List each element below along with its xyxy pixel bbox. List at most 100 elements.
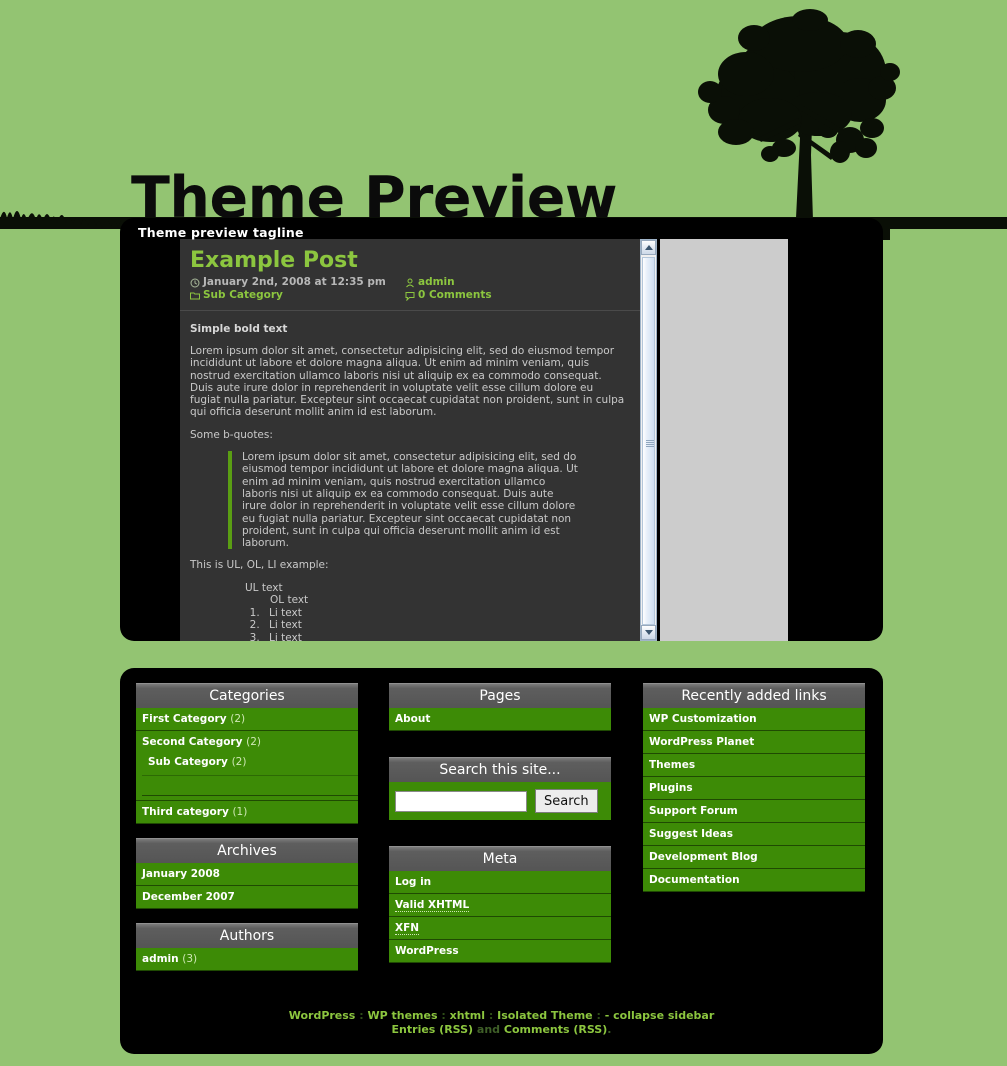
footer-separator: :	[596, 1009, 601, 1022]
user-icon	[405, 278, 415, 288]
category-label[interactable]: Sub Category	[148, 756, 228, 768]
widget-title-meta: Meta	[389, 846, 611, 871]
scroll-down-button[interactable]	[641, 625, 656, 640]
category-count: (2)	[230, 713, 246, 725]
links-list: WP Customization WordPress Planet Themes…	[643, 708, 865, 892]
category-label[interactable]: Second Category	[142, 736, 242, 748]
widget-meta: Meta Log in Valid XHTML XFN WordPress	[389, 846, 611, 963]
search-button[interactable]: Search	[535, 789, 598, 813]
search-input[interactable]	[395, 790, 527, 812]
footer-link-wordpress[interactable]: WordPress	[289, 1009, 356, 1022]
widget-column-left: Categories First Category (2) Second Cat…	[136, 683, 358, 985]
post-title[interactable]: Example Post	[190, 249, 630, 273]
list-item[interactable]: January 2008	[136, 863, 358, 886]
list-item-third-category[interactable]: Third category (1)	[136, 801, 358, 824]
post-date-line: January 2nd, 2008 at 12:35 pm	[190, 276, 405, 289]
widget-title-search: Search this site...	[389, 757, 611, 782]
list-item[interactable]: Themes	[643, 754, 865, 777]
sidebar-panel: Categories First Category (2) Second Cat…	[120, 668, 883, 1054]
list-item-sub-category[interactable]: Sub Category (2)	[142, 753, 358, 776]
post-author-line: admin	[405, 276, 620, 289]
category-label[interactable]: Third category	[142, 806, 229, 818]
list-item-valid-xhtml[interactable]: Valid XHTML	[389, 894, 611, 917]
list-item: UL text	[245, 581, 283, 594]
main-content-panel: Example Post January 2nd, 2008 at 12:35 …	[120, 218, 883, 641]
list-item[interactable]: Development Blog	[643, 846, 865, 869]
footer-link-collapse-sidebar[interactable]: - collapse sidebar	[605, 1009, 715, 1022]
categories-list: First Category (2) Second Category (2) S…	[136, 708, 358, 824]
footer-separator: :	[488, 1009, 494, 1022]
subcategory-list: Sub Category (2)	[142, 753, 358, 776]
list-item-second-category[interactable]: Second Category (2) Sub Category (2)	[136, 731, 358, 801]
category-label[interactable]: First Category	[142, 713, 227, 725]
scrollbar-thumb[interactable]	[642, 257, 655, 625]
footer-link-entries-rss[interactable]: Entries (RSS)	[392, 1023, 474, 1036]
post-header: Example Post January 2nd, 2008 at 12:35 …	[180, 239, 640, 311]
list-item-admin[interactable]: admin (3)	[136, 948, 358, 971]
search-form: Search	[389, 782, 611, 820]
list-item-login[interactable]: Log in	[389, 871, 611, 894]
widget-links: Recently added links WP Customization Wo…	[643, 683, 865, 892]
post-meta-left: January 2nd, 2008 at 12:35 pm Sub Catego…	[190, 276, 405, 302]
author-count: (3)	[182, 953, 198, 965]
post-column: Example Post January 2nd, 2008 at 12:35 …	[180, 239, 640, 641]
meta-label[interactable]: WordPress	[395, 945, 459, 957]
tree-silhouette-icon	[650, 9, 900, 240]
footer-line-1: WordPress : WP themes : xhtml : Isolated…	[120, 1009, 883, 1023]
unordered-list: UL text	[245, 582, 626, 595]
post-author[interactable]: admin	[418, 276, 455, 289]
post-meta-right: admin 0 Comments	[405, 276, 620, 302]
footer-link-wp-themes[interactable]: WP themes	[367, 1009, 437, 1022]
footer: WordPress : WP themes : xhtml : Isolated…	[120, 1009, 883, 1036]
post-blockquote: Lorem ipsum dolor sit amet, consectetur …	[228, 451, 578, 550]
authors-list: admin (3)	[136, 948, 358, 971]
clock-icon	[190, 278, 200, 288]
list-intro: This is UL, OL, LI example:	[190, 559, 329, 572]
blockquote-intro: Some b-quotes:	[190, 428, 273, 441]
post-category[interactable]: Sub Category	[203, 289, 283, 302]
scrollbar-grip-icon	[646, 440, 654, 449]
list-item[interactable]: Support Forum	[643, 800, 865, 823]
category-count: (1)	[232, 806, 248, 818]
list-item[interactable]: December 2007	[136, 886, 358, 909]
widget-archives: Archives January 2008 December 2007	[136, 838, 358, 909]
list-item[interactable]: Documentation	[643, 869, 865, 892]
widget-pages: Pages About	[389, 683, 611, 731]
post-meta: January 2nd, 2008 at 12:35 pm Sub Catego…	[190, 276, 630, 302]
footer-separator: :	[441, 1009, 446, 1022]
footer-link-isolated-theme[interactable]: Isolated Theme	[497, 1009, 593, 1022]
list-item-first-category[interactable]: First Category (2)	[136, 708, 358, 731]
post-body: Simple bold text Lorem ipsum dolor sit a…	[180, 311, 640, 641]
pages-list: About	[389, 708, 611, 731]
post-comments[interactable]: 0 Comments	[418, 289, 492, 302]
list-item-wordpress[interactable]: WordPress	[389, 940, 611, 963]
footer-period: .	[607, 1022, 612, 1036]
ordered-list: Li text Li text Li text Li text	[245, 607, 626, 641]
list-item: Li text	[263, 632, 626, 641]
footer-line-2: Entries (RSS) and Comments (RSS).	[120, 1023, 883, 1037]
meta-label[interactable]: Log in	[395, 876, 431, 888]
category-count: (2)	[246, 736, 261, 748]
footer-link-xhtml[interactable]: xhtml	[450, 1009, 485, 1022]
author-label[interactable]: admin	[142, 953, 179, 965]
list-item-xfn[interactable]: XFN	[389, 917, 611, 940]
vertical-scrollbar[interactable]	[640, 239, 657, 641]
footer-link-comments-rss[interactable]: Comments (RSS)	[504, 1023, 607, 1036]
list-item-about[interactable]: About	[389, 708, 611, 731]
meta-label[interactable]: Valid XHTML	[395, 899, 470, 912]
meta-label[interactable]: XFN	[395, 922, 420, 935]
list-item: Li text	[263, 607, 626, 620]
list-item[interactable]: Plugins	[643, 777, 865, 800]
list-item[interactable]: WP Customization	[643, 708, 865, 731]
widget-column-right: Recently added links WP Customization Wo…	[643, 683, 865, 906]
post-paragraph: Lorem ipsum dolor sit amet, consectetur …	[190, 345, 625, 419]
comment-icon	[405, 291, 415, 302]
list-item[interactable]: WordPress Planet	[643, 731, 865, 754]
footer-and-label: and	[476, 1022, 501, 1036]
meta-list: Log in Valid XHTML XFN WordPress	[389, 871, 611, 963]
scroll-up-button[interactable]	[641, 240, 656, 255]
widget-search: Search this site... Search	[389, 757, 611, 820]
widget-authors: Authors admin (3)	[136, 923, 358, 971]
archives-list: January 2008 December 2007	[136, 863, 358, 909]
list-item[interactable]: Suggest Ideas	[643, 823, 865, 846]
